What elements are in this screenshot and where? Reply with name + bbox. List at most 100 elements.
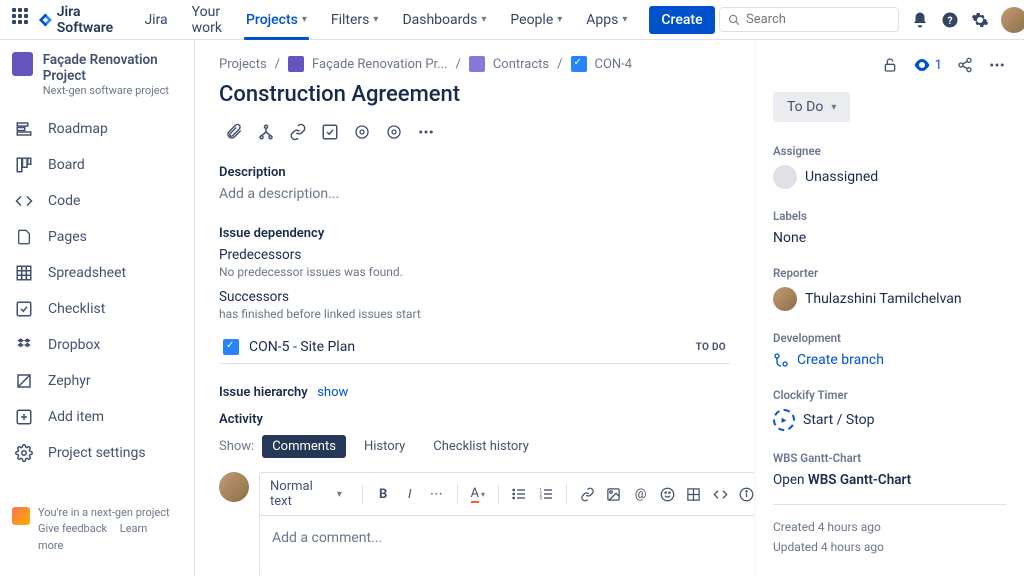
sidebar-item-spreadsheet[interactable]: Spreadsheet [0, 255, 194, 291]
more-format-icon[interactable]: ⋯ [426, 483, 447, 505]
text-color-icon[interactable]: A▾ [468, 483, 489, 505]
sidebar-item-code[interactable]: Code [0, 183, 194, 219]
unassigned-avatar-icon [773, 165, 797, 189]
successors-note: has finished before linked issues start [219, 307, 730, 321]
tab-checklist-history[interactable]: Checklist history [423, 435, 539, 458]
lock-icon[interactable] [881, 56, 899, 74]
tab-comments[interactable]: Comments [262, 435, 346, 458]
hierarchy-show-link[interactable]: show [317, 385, 348, 400]
project-subtitle: Next-gen software project [43, 84, 182, 97]
successor-title: CON-5 - Site Plan [249, 339, 686, 355]
settings-icon[interactable] [971, 11, 989, 29]
successor-item[interactable]: CON-5 - Site Plan TO DO [219, 331, 730, 364]
top-nav: Jira Software Jira Your work Projects▾ F… [0, 0, 1024, 40]
italic-icon[interactable]: I [399, 483, 420, 505]
nav-filters[interactable]: Filters▾ [321, 0, 389, 40]
labels-field[interactable]: None [773, 230, 1006, 246]
breadcrumb-epic[interactable]: Contracts [493, 57, 549, 72]
activity-tabs: Show: Comments History Checklist history [219, 435, 730, 458]
description-field[interactable]: Add a description... [219, 186, 730, 202]
created-time: Created 4 hours ago [773, 517, 1006, 537]
create-button[interactable]: Create [649, 6, 714, 34]
bold-icon[interactable]: B [373, 483, 394, 505]
gear-button-1[interactable] [347, 117, 377, 147]
nav-projects[interactable]: Projects▾ [236, 0, 317, 40]
comment-textarea[interactable]: Add a comment... [260, 516, 754, 576]
share-icon[interactable] [956, 56, 974, 74]
nav-apps[interactable]: Apps▾ [576, 0, 637, 40]
sidebar-item-settings[interactable]: Project settings [0, 435, 194, 471]
roadmap-icon [14, 119, 34, 139]
app-switcher-icon[interactable] [12, 8, 28, 32]
status-dropdown[interactable]: To Do▾ [773, 92, 850, 122]
link-button[interactable] [283, 117, 313, 147]
create-branch-link[interactable]: Create branch [773, 352, 1006, 368]
comment-avatar [219, 472, 249, 502]
help-icon[interactable]: ? [941, 11, 959, 29]
task-icon [223, 339, 239, 355]
sidebar-item-pages[interactable]: Pages [0, 219, 194, 255]
sidebar-item-board[interactable]: Board [0, 147, 194, 183]
sidebar-item-zephyr[interactable]: Zephyr [0, 363, 194, 399]
assignee-field[interactable]: Unassigned [773, 165, 1006, 189]
emoji-icon[interactable] [657, 483, 678, 505]
gantt-link[interactable]: Open WBS Gantt-Chart [773, 472, 1006, 488]
search-icon [728, 13, 740, 27]
issue-title[interactable]: Construction Agreement [219, 82, 730, 107]
clockify-icon: ▸ [773, 409, 795, 431]
info-icon[interactable] [737, 483, 754, 505]
checkbox-button[interactable] [315, 117, 345, 147]
user-avatar[interactable] [1001, 7, 1024, 33]
code-icon[interactable] [710, 483, 731, 505]
search-input[interactable] [719, 7, 899, 32]
spreadsheet-icon [14, 263, 34, 283]
sidebar-item-dropbox[interactable]: Dropbox [0, 327, 194, 363]
table-icon[interactable] [683, 483, 704, 505]
nav-your-work[interactable]: Your work [182, 0, 232, 40]
jira-logo-icon [38, 10, 53, 30]
bullet-list-icon[interactable] [509, 483, 530, 505]
watch-button[interactable]: 1 [913, 56, 942, 74]
gear-button-2[interactable] [379, 117, 409, 147]
project-header[interactable]: Façade Renovation Project Next-gen softw… [0, 52, 194, 111]
notifications-icon[interactable] [911, 11, 929, 29]
comment-editor: Normal text▾ B I ⋯ A▾ 123 [219, 472, 730, 576]
tab-history[interactable]: History [354, 435, 415, 458]
sidebar-item-roadmap[interactable]: Roadmap [0, 111, 194, 147]
zephyr-icon [14, 371, 34, 391]
issue-sidebar: 1 To Do▾ Assignee Unassigned Labels None… [754, 40, 1024, 576]
logo[interactable]: Jira Software [38, 4, 118, 36]
reporter-label: Reporter [773, 266, 1006, 280]
give-feedback-link[interactable]: Give feedback [38, 522, 107, 535]
breadcrumb-project[interactable]: Façade Renovation Pr... [312, 57, 447, 72]
breadcrumb-key[interactable]: CON-4 [595, 57, 633, 72]
image-icon[interactable] [604, 483, 625, 505]
nav-dashboards[interactable]: Dashboards▾ [392, 0, 496, 40]
text-style-select[interactable]: Normal text▾ [270, 479, 342, 509]
attach-button[interactable] [219, 117, 249, 147]
activity-label: Activity [219, 412, 730, 427]
timestamps: Created 4 hours ago Updated 4 hours ago [773, 517, 1006, 558]
breadcrumb-projects[interactable]: Projects [219, 57, 267, 72]
more-button[interactable] [411, 117, 441, 147]
search-field[interactable] [746, 12, 890, 27]
issue-toolbar [219, 117, 730, 147]
project-icon [12, 52, 33, 76]
reporter-field[interactable]: Thulazshini Tamilchelvan [773, 287, 1006, 311]
nav-people[interactable]: People▾ [500, 0, 572, 40]
nav-jira[interactable]: Jira [134, 0, 177, 40]
mention-icon[interactable]: @ [630, 483, 651, 505]
sidebar-item-checklist[interactable]: Checklist [0, 291, 194, 327]
link-icon[interactable] [577, 483, 598, 505]
svg-text:3: 3 [539, 495, 542, 501]
clockify-button[interactable]: ▸Start / Stop [773, 409, 1006, 431]
gantt-label: WBS Gantt-Chart [773, 451, 1006, 465]
successor-status: TO DO [696, 342, 726, 353]
sidebar-item-add[interactable]: Add item [0, 399, 194, 435]
pages-icon [14, 227, 34, 247]
more-actions-icon[interactable] [988, 56, 1006, 74]
reporter-avatar-icon [773, 287, 797, 311]
number-list-icon[interactable]: 123 [536, 483, 557, 505]
subtask-button[interactable] [251, 117, 281, 147]
show-label: Show: [219, 439, 254, 454]
